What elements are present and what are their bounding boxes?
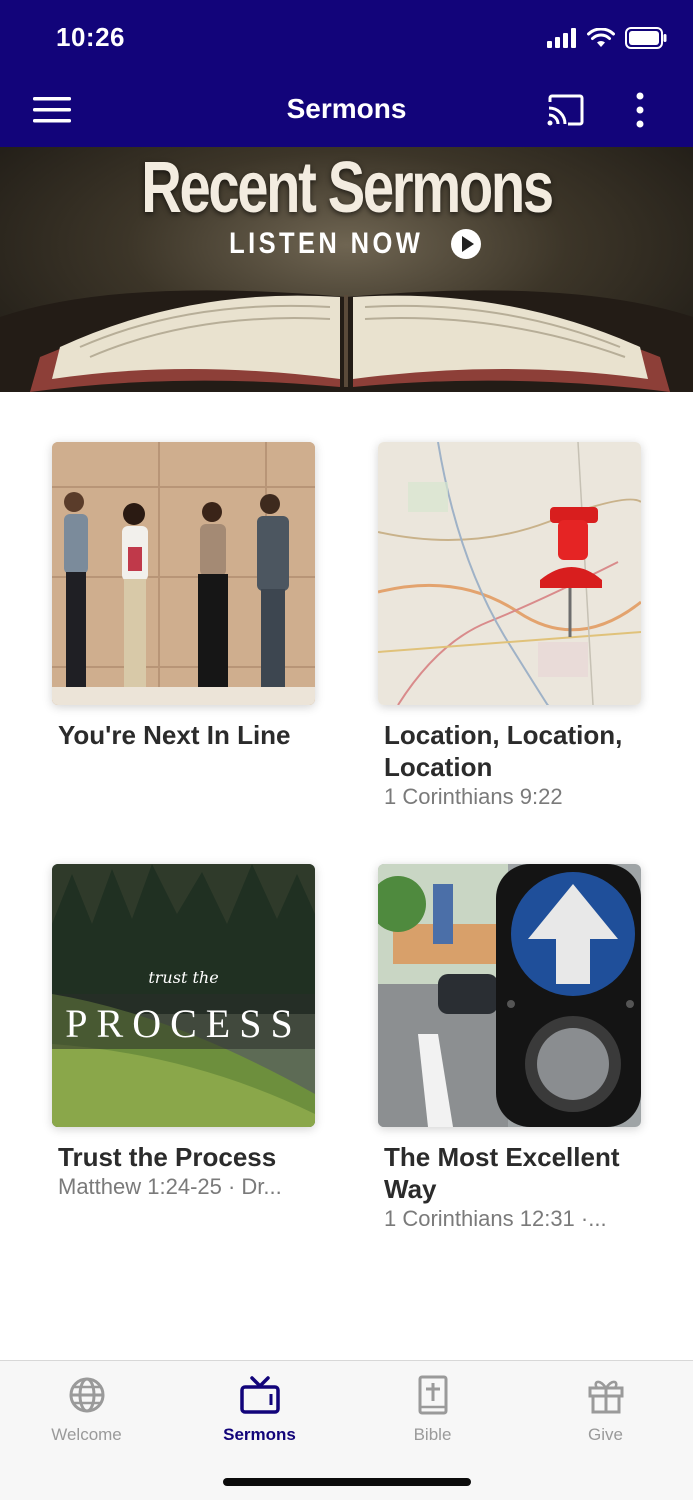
listen-now-label: LISTEN NOW xyxy=(229,227,424,260)
sermon-card[interactable]: trust the PROCESS Trust the Process Matt… xyxy=(52,864,315,1201)
sermon-title: You're Next In Line xyxy=(58,720,291,750)
play-icon xyxy=(450,229,481,259)
more-vertical-icon xyxy=(636,92,644,128)
forest-hill-image xyxy=(52,864,315,1127)
cast-button[interactable] xyxy=(542,88,590,132)
tab-bible[interactable]: Bible xyxy=(346,1373,519,1445)
sermon-thumbnail: trust the PROCESS xyxy=(52,864,315,1127)
sermon-thumbnail xyxy=(52,442,315,705)
cast-icon xyxy=(547,94,584,126)
app-header: 10:26 Sermons xyxy=(0,0,693,147)
gift-icon xyxy=(588,1380,623,1414)
thumbnail-caption-small: trust the xyxy=(148,968,219,987)
tab-welcome[interactable]: Welcome xyxy=(0,1373,173,1445)
tab-label: Bible xyxy=(413,1425,452,1444)
thumbnail-caption-large: PROCESS xyxy=(65,1001,302,1046)
sermon-thumbnail xyxy=(378,442,641,705)
sermon-title: Trust the Process xyxy=(58,1142,277,1172)
tab-label: Welcome xyxy=(51,1425,122,1444)
bible-icon xyxy=(418,1375,447,1415)
home-indicator[interactable] xyxy=(223,1478,471,1486)
listen-now-button[interactable]: LISTEN NOW xyxy=(0,227,693,261)
banner-title: Recent Sermons xyxy=(141,148,554,228)
status-time: 10:26 xyxy=(56,22,125,52)
recent-sermons-banner[interactable]: Recent Sermons LISTEN NOW xyxy=(0,147,693,392)
tab-give[interactable]: Give xyxy=(519,1373,692,1445)
sermon-title: The Most Excellent Way xyxy=(384,1142,620,1204)
sermon-card[interactable]: You're Next In Line xyxy=(52,442,315,751)
sermon-card[interactable]: The Most Excellent Way 1 Corinthians 12:… xyxy=(378,864,641,1233)
tab-sermons[interactable]: Sermons xyxy=(173,1373,346,1445)
crosswalk-button-image xyxy=(378,864,641,1127)
sermon-card[interactable]: Location, Location, Location 1 Corinthia… xyxy=(378,442,641,811)
battery-icon xyxy=(625,27,667,49)
sermon-title: Location, Location, Location xyxy=(384,720,623,782)
sermon-subtitle: 1 Corinthians 9:22 xyxy=(384,784,563,809)
globe-icon xyxy=(69,1377,104,1413)
more-options-button[interactable] xyxy=(616,88,664,132)
map-pin-image xyxy=(378,442,641,705)
sermon-subtitle: Matthew 1:24-25 · Dr... xyxy=(58,1174,282,1199)
tab-label: Give xyxy=(588,1425,623,1444)
sermon-subtitle: 1 Corinthians 12:31 ·... xyxy=(384,1206,607,1231)
status-icons xyxy=(547,27,667,49)
cellular-signal-icon xyxy=(547,28,576,48)
tv-icon xyxy=(239,1376,280,1414)
people-in-line-image xyxy=(52,442,315,705)
wifi-icon xyxy=(587,28,615,47)
tab-label: Sermons xyxy=(223,1425,296,1444)
sermon-thumbnail xyxy=(378,864,641,1127)
